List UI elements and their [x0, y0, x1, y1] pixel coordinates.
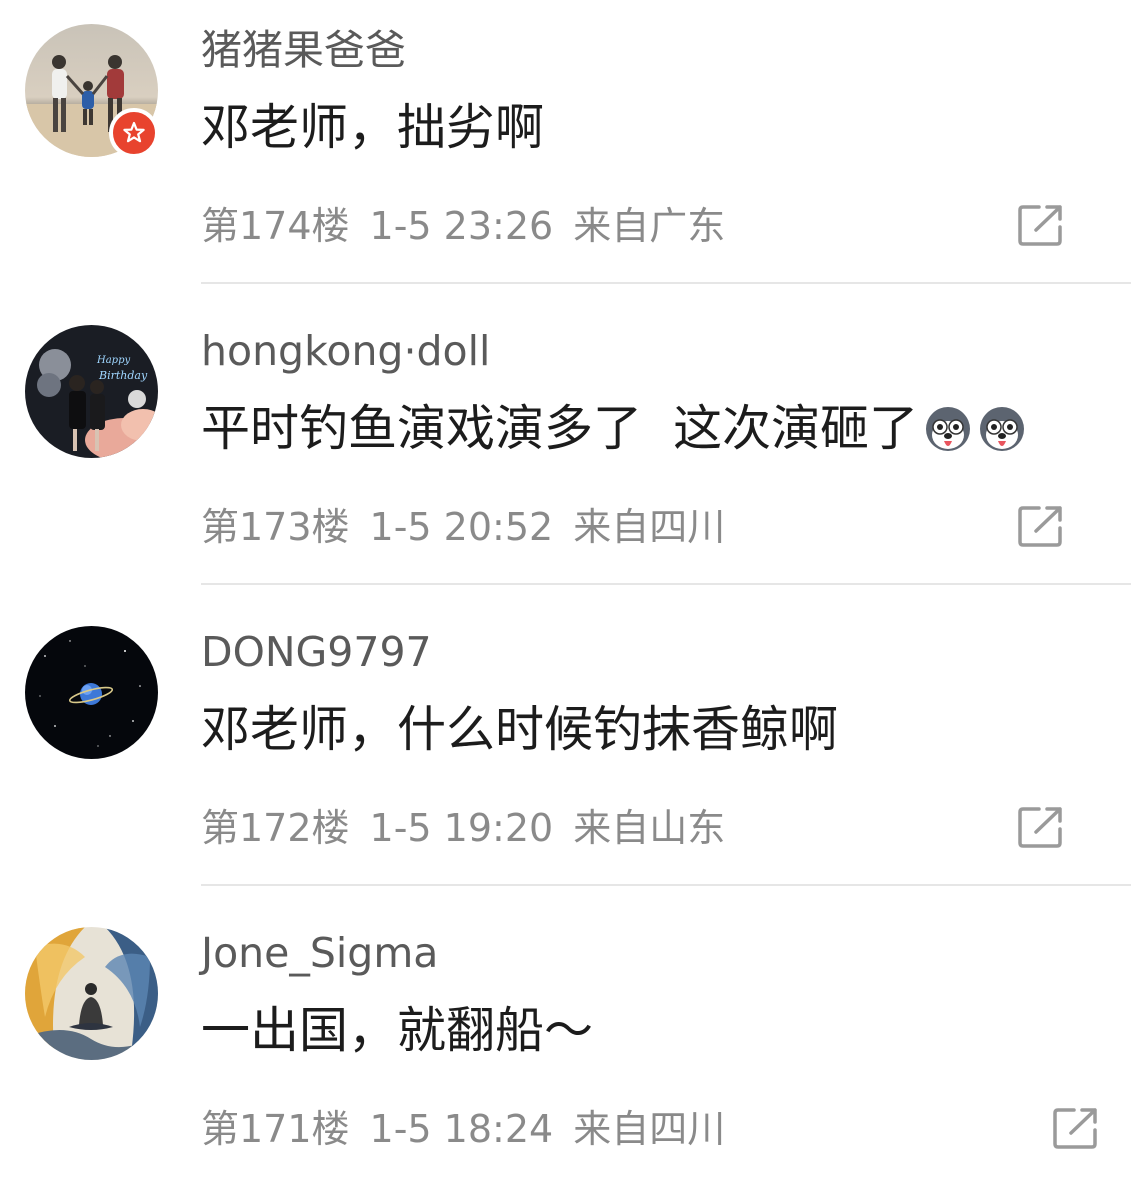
svg-text:Happy: Happy [96, 355, 130, 366]
share-icon[interactable] [1017, 504, 1065, 548]
avatar[interactable] [25, 626, 158, 759]
timestamp: 1-5 20:52 [369, 505, 554, 549]
comment-meta: 第174楼 1-5 23:26 来自广东 [201, 198, 725, 254]
floor-number: 第174楼 [201, 204, 350, 248]
svg-text:Birthday: Birthday [98, 369, 148, 382]
timestamp: 1-5 18:24 [369, 1107, 554, 1151]
comment-text: 平时钓鱼演戏演多了 这次演砸了 [201, 397, 1026, 461]
comment-meta: 第171楼 1-5 18:24 来自四川 [201, 1101, 725, 1157]
comment-item: DONG9797 邓老师，什么时候钓抹香鲸啊 第172楼 1-5 19:20 来自山… [0, 602, 1131, 903]
timestamp: 1-5 23:26 [369, 204, 554, 248]
planet-space-avatar [25, 626, 158, 759]
avatar[interactable] [25, 927, 158, 1060]
star-badge-icon [109, 108, 159, 158]
location: 来自四川 [573, 1107, 726, 1151]
floor-number: 第171楼 [201, 1107, 350, 1151]
divider [201, 282, 1131, 284]
birthday-party-avatar: Happy Birthday [25, 325, 158, 458]
comment-text-body: 平时钓鱼演戏演多了 这次演砸了 [201, 400, 919, 457]
floor-number: 第173楼 [201, 505, 350, 549]
comment-text-body: 一出国，就翻船～ [201, 1002, 594, 1059]
comment-item: Jone_Sigma 一出国，就翻船～ 第171楼 1-5 18:24 来自四川 [0, 903, 1131, 1177]
divider [201, 884, 1131, 886]
comment-meta: 第172楼 1-5 19:20 来自山东 [201, 800, 725, 856]
location: 来自广东 [573, 204, 726, 248]
share-icon[interactable] [1017, 203, 1065, 247]
comment-item: 猪猪果爸爸 邓老师，拙劣啊 第174楼 1-5 23:26 来自广东 [0, 0, 1131, 301]
comment-item: Happy Birthday hongkong·doll 平时钓鱼演戏演多了 这… [0, 301, 1131, 602]
comment-text-body: 邓老师，什么时候钓抹香鲸啊 [201, 701, 839, 758]
username[interactable]: Jone_Sigma [201, 925, 438, 981]
divider [201, 583, 1131, 585]
comment-text-body: 邓老师，拙劣啊 [201, 99, 545, 156]
floor-number: 第172楼 [201, 806, 350, 850]
comment-list: 猪猪果爸爸 邓老师，拙劣啊 第174楼 1-5 23:26 来自广东 Happy B… [0, 0, 1131, 1177]
username[interactable]: DONG9797 [201, 624, 432, 680]
avatar[interactable]: Happy Birthday [25, 325, 158, 458]
timestamp: 1-5 19:20 [369, 806, 554, 850]
location: 来自四川 [573, 505, 726, 549]
location: 来自山东 [573, 806, 726, 850]
share-icon[interactable] [1017, 805, 1065, 849]
comment-meta: 第173楼 1-5 20:52 来自四川 [201, 499, 725, 555]
comment-text: 一出国，就翻船～ [201, 999, 593, 1063]
husky-emoji-icon [978, 405, 1026, 453]
husky-emoji-icon [924, 405, 972, 453]
ink-wave-avatar [25, 927, 158, 1060]
username[interactable]: hongkong·doll [201, 323, 490, 379]
username[interactable]: 猪猪果爸爸 [201, 22, 406, 78]
comment-text: 邓老师，拙劣啊 [201, 96, 544, 160]
share-icon[interactable] [1052, 1106, 1100, 1150]
comment-text: 邓老师，什么时候钓抹香鲸啊 [201, 698, 838, 762]
